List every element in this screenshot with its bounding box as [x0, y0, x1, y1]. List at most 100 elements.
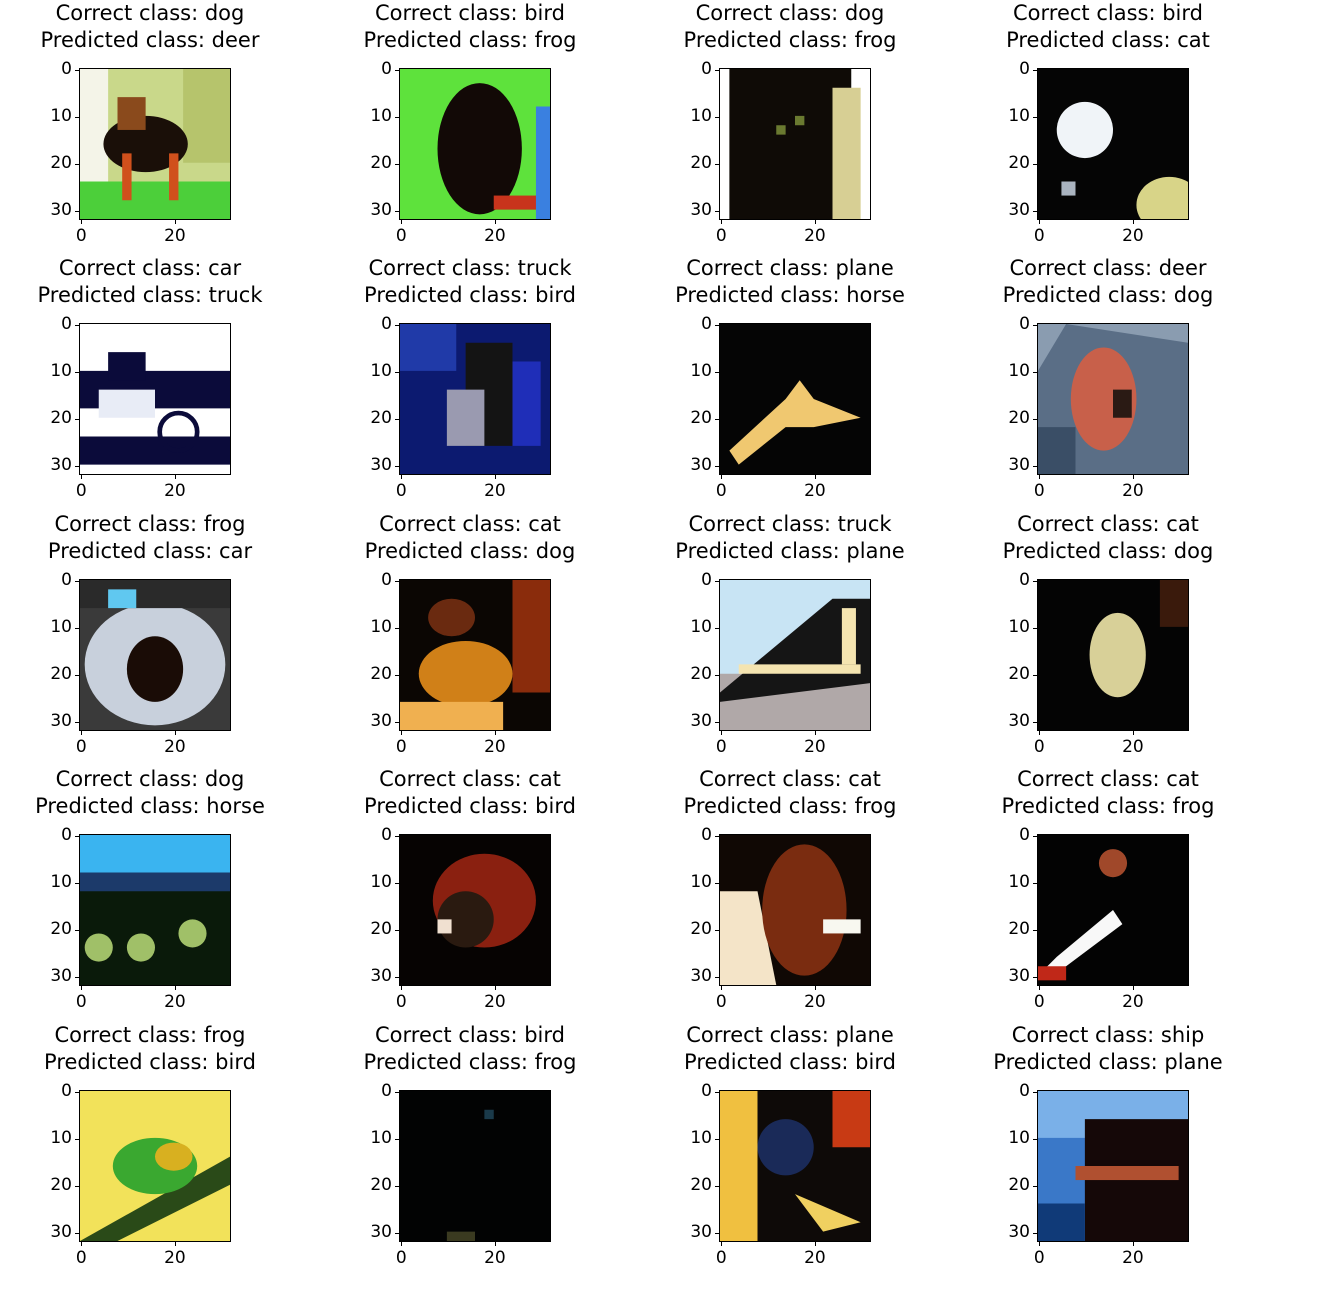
y-tick-label: 10 [690, 872, 712, 893]
y-tick-label: 10 [370, 106, 392, 127]
x-tick-label: 20 [484, 481, 506, 501]
y-tick-mark [75, 1186, 79, 1188]
y-tick-mark [75, 419, 79, 421]
sample-image-pixels [400, 324, 550, 474]
x-tick-mark [495, 475, 497, 479]
misclassification-panel: Correct class: truck Predicted class: pla… [640, 511, 940, 766]
sample-image-pixels [1038, 324, 1188, 474]
y-tick-mark [715, 883, 719, 885]
x-tick-mark [1039, 220, 1041, 224]
y-tick-label: 30 [690, 965, 712, 986]
misclassification-grid: Correct class: dog Predicted class: deer 0… [0, 0, 1326, 1298]
y-tick-mark [715, 465, 719, 467]
y-tick-mark [75, 210, 79, 212]
sample-image [719, 1090, 871, 1242]
sample-image-pixels [80, 580, 230, 730]
y-tick-label: 20 [1008, 153, 1030, 174]
y-tick-label: 0 [381, 570, 392, 591]
y-tick-label: 30 [690, 1221, 712, 1242]
x-tick-mark [81, 475, 83, 479]
y-tick-mark [75, 930, 79, 932]
y-tick-mark [75, 976, 79, 978]
y-tick-label: 0 [61, 59, 72, 80]
y-tick-mark [1033, 675, 1037, 677]
y-tick-label: 0 [701, 314, 712, 335]
y-tick-mark [75, 581, 79, 583]
panel-title: Correct class: car Predicted class: truck [0, 255, 300, 309]
y-tick-mark [395, 70, 399, 72]
y-tick-label: 0 [381, 314, 392, 335]
correct-class-label: Correct class: deer [1009, 256, 1207, 280]
y-tick-mark [395, 465, 399, 467]
sample-image [719, 579, 871, 731]
x-tick-label: 20 [164, 992, 186, 1012]
predicted-class-label: Predicted class: deer [40, 28, 260, 52]
y-tick-mark [1033, 883, 1037, 885]
y-tick-label: 30 [370, 454, 392, 475]
y-tick-label: 20 [50, 664, 72, 685]
x-tick-mark [175, 731, 177, 735]
x-tick-label: 20 [484, 992, 506, 1012]
x-tick-label: 20 [484, 226, 506, 246]
y-tick-mark [1033, 117, 1037, 119]
y-tick-mark [715, 1186, 719, 1188]
y-tick-label: 20 [370, 1175, 392, 1196]
x-tick-mark [815, 220, 817, 224]
y-tick-label: 10 [50, 1128, 72, 1149]
predicted-class-label: Predicted class: plane [675, 539, 905, 563]
sample-image [719, 68, 871, 220]
x-tick-label: 0 [1033, 737, 1045, 757]
y-tick-label: 0 [701, 825, 712, 846]
y-tick-label: 30 [370, 965, 392, 986]
x-tick-label: 0 [1033, 1248, 1045, 1268]
y-tick-label: 20 [370, 408, 392, 429]
correct-class-label: Correct class: dog [55, 767, 245, 791]
y-tick-label: 30 [50, 710, 72, 731]
sample-image [719, 323, 871, 475]
y-tick-mark [75, 164, 79, 166]
correct-class-label: Correct class: frog [54, 512, 246, 536]
x-tick-label: 20 [484, 737, 506, 757]
predicted-class-label: Predicted class: dog [1002, 539, 1214, 563]
y-tick-label: 30 [370, 710, 392, 731]
sample-image [79, 834, 231, 986]
y-tick-label: 0 [1019, 1081, 1030, 1102]
y-tick-label: 10 [50, 106, 72, 127]
y-tick-mark [1033, 721, 1037, 723]
x-tick-label: 20 [484, 1248, 506, 1268]
x-tick-mark [495, 1242, 497, 1246]
panel-title: Correct class: frog Predicted class: car [0, 511, 300, 565]
y-tick-mark [75, 836, 79, 838]
x-tick-label: 20 [804, 481, 826, 501]
x-tick-label: 0 [715, 737, 727, 757]
x-tick-mark [1133, 986, 1135, 990]
sample-image-pixels [720, 1091, 870, 1241]
y-tick-mark [715, 1092, 719, 1094]
misclassification-panel: Correct class: plane Predicted class: bir… [640, 1022, 940, 1277]
sample-image-pixels [1038, 835, 1188, 985]
correct-class-label: Correct class: cat [1017, 767, 1199, 791]
y-tick-label: 20 [50, 1175, 72, 1196]
misclassification-panel: Correct class: cat Predicted class: dog 0 1… [320, 511, 620, 766]
predicted-class-label: Predicted class: dog [1002, 283, 1214, 307]
y-tick-label: 0 [1019, 825, 1030, 846]
y-tick-label: 30 [370, 1221, 392, 1242]
y-tick-label: 30 [50, 965, 72, 986]
sample-image [1037, 579, 1189, 731]
y-tick-mark [1033, 419, 1037, 421]
x-tick-label: 20 [804, 992, 826, 1012]
y-tick-label: 0 [1019, 314, 1030, 335]
predicted-class-label: Predicted class: frog [1001, 794, 1215, 818]
x-tick-label: 20 [1122, 1248, 1144, 1268]
sample-image-pixels [720, 835, 870, 985]
y-tick-mark [395, 117, 399, 119]
correct-class-label: Correct class: truck [368, 256, 572, 280]
y-tick-mark [395, 419, 399, 421]
sample-image-pixels [720, 324, 870, 474]
sample-image [399, 323, 551, 475]
y-tick-label: 0 [381, 1081, 392, 1102]
sample-image-pixels [80, 1091, 230, 1241]
panel-title: Correct class: cat Predicted class: dog [958, 511, 1258, 565]
y-tick-mark [715, 930, 719, 932]
predicted-class-label: Predicted class: truck [37, 283, 263, 307]
